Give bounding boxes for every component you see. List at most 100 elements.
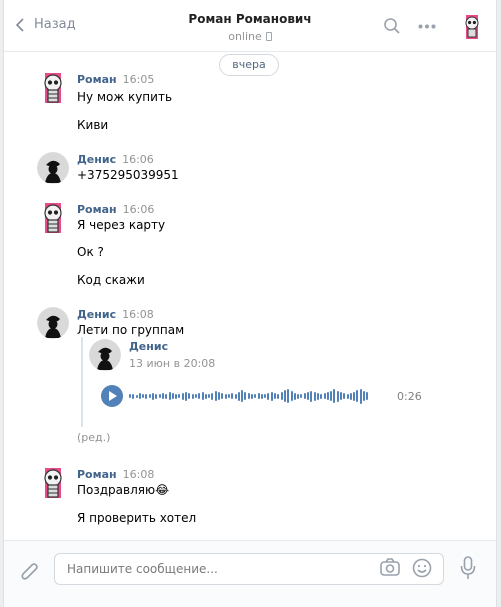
message-time[interactable]: 16:05 xyxy=(123,73,155,86)
waveform-bar xyxy=(346,393,349,399)
date-separator: вчера xyxy=(219,54,279,76)
waveform-bar xyxy=(297,393,300,399)
waveform-bar xyxy=(359,388,362,404)
forwarded-message: Денис 13 июн в 20:08 0:26 xyxy=(81,337,441,427)
roman-avatar[interactable] xyxy=(37,202,69,234)
status-text: online xyxy=(228,30,262,43)
waveform-bar xyxy=(132,393,135,399)
composer: Напишите сообщение... xyxy=(4,540,496,607)
message-feed: Роман 16:05 Ну мож купить Киви Денис 16:06… xyxy=(4,52,496,540)
author-name[interactable]: Роман xyxy=(77,468,117,481)
message-time[interactable]: 16:06 xyxy=(123,203,155,216)
waveform-bar xyxy=(224,393,227,399)
waveform-bar xyxy=(307,392,310,400)
paperclip-icon[interactable] xyxy=(20,561,40,583)
message-text: Код скажи xyxy=(77,273,145,287)
waveform-bar xyxy=(366,392,369,400)
forwarded-author[interactable]: Денис xyxy=(129,340,168,353)
waveform-bar xyxy=(214,391,217,401)
message-header: Роман 16:08 xyxy=(77,467,154,481)
waveform-bar xyxy=(227,394,230,398)
waveform-bar xyxy=(129,394,131,398)
waveform-bar xyxy=(283,390,286,402)
waveform-bar xyxy=(168,392,171,400)
waveform-bar xyxy=(155,393,158,399)
waveform-bar xyxy=(323,393,326,399)
author-name[interactable]: Роман xyxy=(77,73,117,86)
play-button[interactable] xyxy=(101,385,123,407)
mobile-icon xyxy=(265,32,272,41)
message-text: Я через карту xyxy=(77,218,166,232)
waveform-bar xyxy=(333,389,336,403)
edited-label: (ред.) xyxy=(77,431,111,444)
waveform-bar xyxy=(340,392,342,400)
waveform-bar xyxy=(148,394,151,398)
microphone-icon[interactable] xyxy=(460,556,476,580)
denis-avatar[interactable] xyxy=(89,339,121,371)
waveform-bar xyxy=(241,390,244,402)
waveform-bar xyxy=(211,392,214,400)
waveform-bar xyxy=(320,393,323,399)
waveform-bar xyxy=(274,393,277,399)
waveform-bar xyxy=(277,393,280,399)
more-icon[interactable] xyxy=(418,24,436,29)
waveform-bar xyxy=(138,393,141,399)
waveform-bar xyxy=(191,393,194,399)
message-text: +375295039951 xyxy=(77,168,179,182)
waveform-bar xyxy=(204,393,207,399)
waveform-bar xyxy=(237,391,240,401)
waveform-bar xyxy=(353,391,356,401)
author-name[interactable]: Денис xyxy=(77,308,116,321)
chat-window: Назад Роман Романович online вчера Роман… xyxy=(3,0,497,607)
waveform-bar xyxy=(247,393,250,399)
denis-avatar[interactable] xyxy=(37,152,69,184)
camera-icon[interactable] xyxy=(380,558,400,576)
roman-avatar[interactable] xyxy=(37,467,69,499)
waveform-bar xyxy=(221,393,224,399)
message-text: Я проверить хотел xyxy=(77,511,197,525)
waveform-bar xyxy=(194,394,197,398)
waveform-bar xyxy=(264,394,267,398)
waveform-bar xyxy=(181,392,184,400)
contact-avatar[interactable] xyxy=(460,15,484,39)
author-name[interactable]: Денис xyxy=(77,153,116,166)
waveform-bar xyxy=(300,394,303,398)
waveform-bar xyxy=(208,394,211,398)
waveform-bar xyxy=(185,391,188,401)
waveform-bar xyxy=(280,392,283,400)
waveform-bar xyxy=(349,392,352,400)
chat-header: Назад Роман Романович online xyxy=(4,0,496,52)
roman-avatar[interactable] xyxy=(37,72,69,104)
waveform-bar xyxy=(198,393,201,399)
online-status: online xyxy=(4,30,496,43)
waveform-bar xyxy=(171,393,174,399)
waveform-bar xyxy=(343,393,346,399)
waveform-bar xyxy=(287,389,290,403)
waveform-bar xyxy=(290,391,293,401)
denis-avatar[interactable] xyxy=(37,307,69,339)
waveform-bar xyxy=(165,393,168,399)
waveform-bar xyxy=(250,393,253,399)
message-header: Роман 16:06 xyxy=(77,202,154,216)
message-text: Ну мож купить xyxy=(77,90,173,104)
waveform-bar xyxy=(234,393,237,399)
waveform-bar xyxy=(310,390,313,402)
message-header: Денис 16:08 xyxy=(77,307,154,321)
waveform-bar xyxy=(161,393,164,399)
message-time[interactable]: 16:08 xyxy=(122,308,154,321)
waveform-bar xyxy=(218,392,221,400)
search-icon[interactable] xyxy=(384,18,400,34)
message-time[interactable]: 16:06 xyxy=(122,153,154,166)
waveform-bar xyxy=(142,394,145,398)
waveform-bar xyxy=(145,393,148,399)
smile-icon[interactable] xyxy=(412,558,432,578)
waveform-bar xyxy=(254,394,257,398)
waveform-bar xyxy=(316,392,319,400)
message-time[interactable]: 16:08 xyxy=(123,468,155,481)
waveform-bar xyxy=(158,394,161,398)
waveform-bar xyxy=(175,393,178,399)
waveform-bar xyxy=(336,390,339,402)
voice-waveform[interactable] xyxy=(129,383,389,409)
forwarded-date[interactable]: 13 июн в 20:08 xyxy=(129,357,215,370)
author-name[interactable]: Роман xyxy=(77,203,117,216)
